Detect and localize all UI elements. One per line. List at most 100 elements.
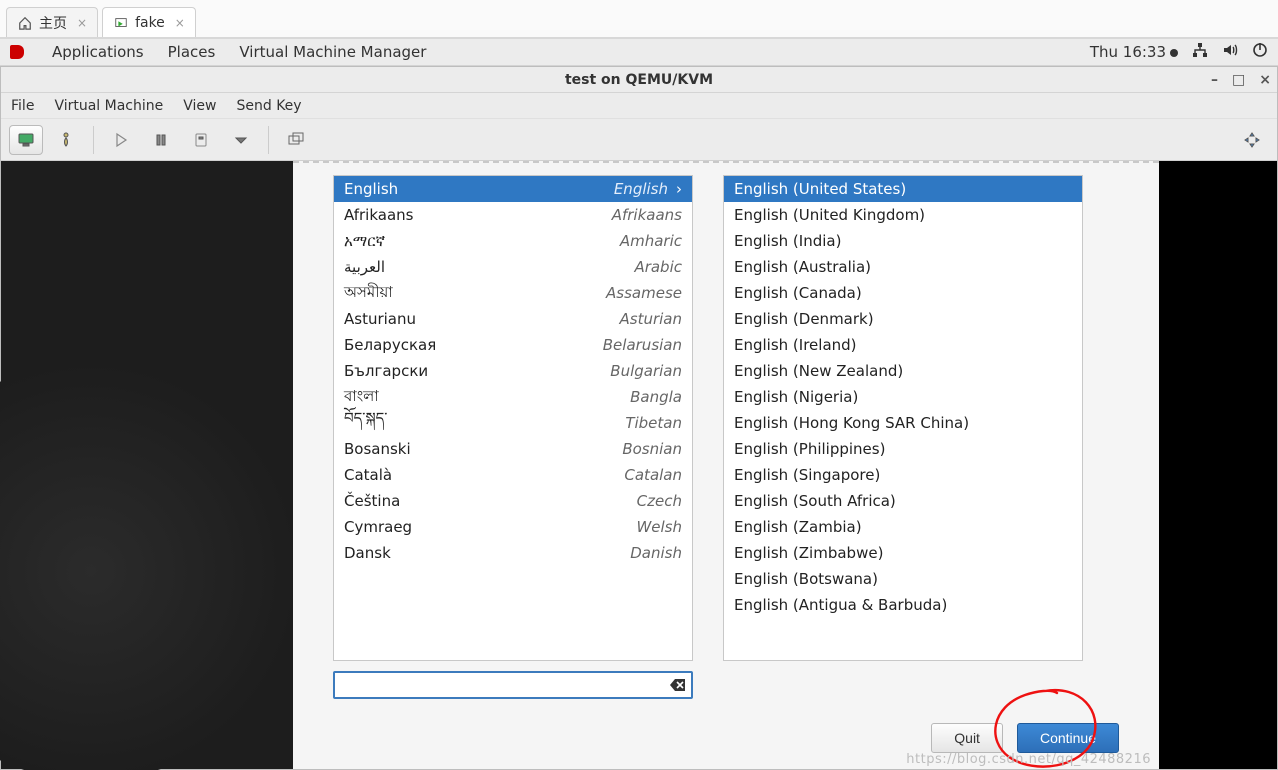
language-row[interactable]: BosanskiBosnian (334, 436, 692, 462)
language-native: العربية (344, 258, 634, 276)
gnome-top-panel: Applications Places Virtual Machine Mana… (0, 38, 1278, 66)
locale-row[interactable]: English (Ireland) (724, 332, 1082, 358)
vm-window-title: test on QEMU/KVM (565, 72, 713, 88)
vm-menubar: File Virtual Machine View Send Key (1, 93, 1277, 119)
redhat-icon (10, 45, 24, 59)
locale-label: English (Botswana) (734, 570, 1072, 588)
language-row[interactable]: БеларускаяBelarusian (334, 332, 692, 358)
locale-row[interactable]: English (Denmark) (724, 306, 1082, 332)
language-row[interactable]: العربيةArabic (334, 254, 692, 280)
shutdown-menu-button[interactable] (224, 125, 258, 155)
language-native: Asturianu (344, 310, 620, 328)
language-list[interactable]: EnglishEnglish›AfrikaansAfrikaansአማርኛAmh… (333, 175, 693, 661)
locale-row[interactable]: English (Antigua & Barbuda) (724, 592, 1082, 618)
locale-row[interactable]: English (Canada) (724, 280, 1082, 306)
locale-row[interactable]: English (Australia) (724, 254, 1082, 280)
locale-row[interactable]: English (Philippines) (724, 436, 1082, 462)
volume-icon[interactable] (1222, 42, 1238, 62)
language-native: አማርኛ (344, 232, 620, 250)
locale-row[interactable]: English (United States) (724, 176, 1082, 202)
locale-label: English (Australia) (734, 258, 1072, 276)
quit-button[interactable]: Quit (931, 723, 1003, 753)
locale-row[interactable]: English (South Africa) (724, 488, 1082, 514)
language-row[interactable]: CymraegWelsh (334, 514, 692, 540)
language-row[interactable]: БългарскиBulgarian (334, 358, 692, 384)
menu-view[interactable]: View (183, 98, 216, 114)
tab-close-icon[interactable]: × (175, 16, 185, 30)
language-search-input[interactable] (333, 671, 693, 699)
language-english: Bangla (630, 388, 682, 406)
language-english: Asturian (620, 310, 683, 328)
power-icon[interactable] (1252, 42, 1268, 62)
locale-label: English (New Zealand) (734, 362, 1072, 380)
locale-label: English (United States) (734, 180, 1072, 198)
language-row[interactable]: DanskDanish (334, 540, 692, 566)
info-button[interactable] (49, 125, 83, 155)
language-row[interactable]: አማርኛAmharic (334, 228, 692, 254)
panel-menu-applications[interactable]: Applications (52, 43, 144, 61)
locale-list[interactable]: English (United States) English (United K… (723, 175, 1083, 661)
locale-label: English (Nigeria) (734, 388, 1072, 406)
locale-row[interactable]: English (United Kingdom) (724, 202, 1082, 228)
menu-file[interactable]: File (11, 98, 34, 114)
language-row[interactable]: ČeštinaCzech (334, 488, 692, 514)
language-native: Català (344, 466, 624, 484)
window-maximize-button[interactable]: □ (1232, 73, 1245, 87)
pause-button[interactable] (144, 125, 178, 155)
language-row[interactable]: অসমীয়াAssamese (334, 280, 692, 306)
vm-window-titlebar[interactable]: test on QEMU/KVM – □ × (1, 67, 1277, 93)
language-native: অসমীয়া (344, 281, 606, 306)
language-english: Arabic (634, 258, 682, 276)
guest-display[interactable]: EnglishEnglish›AfrikaansAfrikaansአማርኛAmh… (1, 161, 1277, 769)
language-row[interactable]: བོད་སྐད་Tibetan (334, 410, 692, 436)
language-row[interactable]: AsturianuAsturian (334, 306, 692, 332)
run-button[interactable] (104, 125, 138, 155)
window-minimize-button[interactable]: – (1211, 73, 1218, 87)
language-native: Cymraeg (344, 518, 636, 536)
locale-row[interactable]: English (Zimbabwe) (724, 540, 1082, 566)
fullscreen-button[interactable] (1235, 125, 1269, 155)
locale-label: English (India) (734, 232, 1072, 250)
language-english: Afrikaans (612, 206, 682, 224)
outer-tab[interactable]: 主页× (6, 7, 98, 37)
window-close-button[interactable]: × (1259, 73, 1271, 87)
locale-label: English (Singapore) (734, 466, 1072, 484)
locale-label: English (South Africa) (734, 492, 1072, 510)
locale-row[interactable]: English (Botswana) (724, 566, 1082, 592)
panel-menu-places[interactable]: Places (168, 43, 216, 61)
panel-clock[interactable]: Thu 16:33 (1090, 43, 1178, 61)
snapshots-button[interactable] (279, 125, 313, 155)
tab-close-icon[interactable]: × (77, 16, 87, 30)
vm-toolbar (1, 119, 1277, 161)
console-button[interactable] (9, 125, 43, 155)
menu-virtual-machine[interactable]: Virtual Machine (54, 98, 163, 114)
language-row[interactable]: EnglishEnglish› (334, 176, 692, 202)
locale-row[interactable]: English (Zambia) (724, 514, 1082, 540)
locale-row[interactable]: English (Singapore) (724, 462, 1082, 488)
menu-send-key[interactable]: Send Key (236, 98, 301, 114)
outer-tab[interactable]: fake × (102, 7, 196, 37)
clear-search-icon[interactable] (669, 676, 687, 694)
language-row[interactable]: CatalàCatalan (334, 462, 692, 488)
language-native: English (344, 180, 614, 198)
continue-button[interactable]: Continue (1017, 723, 1119, 753)
language-english: English (614, 180, 668, 198)
outer-tabstrip: 主页× fake × (0, 0, 1278, 38)
language-native: Čeština (344, 492, 637, 510)
vm-window: test on QEMU/KVM – □ × File Virtual Mach… (0, 66, 1278, 770)
locale-label: English (Philippines) (734, 440, 1072, 458)
locale-row[interactable]: English (Hong Kong SAR China) (724, 410, 1082, 436)
language-native: Afrikaans (344, 206, 612, 224)
language-row[interactable]: AfrikaansAfrikaans (334, 202, 692, 228)
locale-label: English (Hong Kong SAR China) (734, 414, 1072, 432)
panel-menu-vmm[interactable]: Virtual Machine Manager (239, 43, 426, 61)
locale-row[interactable]: English (India) (724, 228, 1082, 254)
locale-label: English (Ireland) (734, 336, 1072, 354)
locale-row[interactable]: English (Nigeria) (724, 384, 1082, 410)
outer-tab-label: fake (135, 15, 165, 31)
shutdown-button[interactable] (184, 125, 218, 155)
guest-blank-right (1159, 161, 1277, 769)
network-icon[interactable] (1192, 42, 1208, 62)
locale-label: English (Denmark) (734, 310, 1072, 328)
locale-row[interactable]: English (New Zealand) (724, 358, 1082, 384)
